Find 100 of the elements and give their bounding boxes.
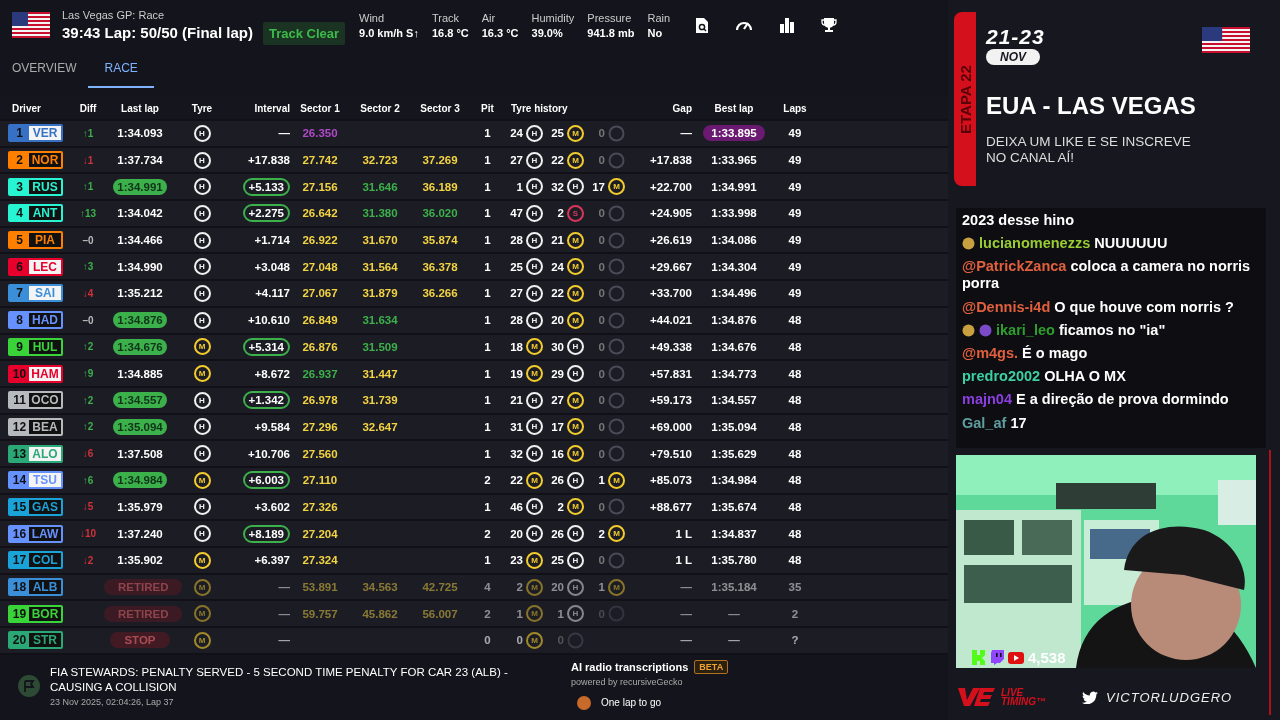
weather-value: No <box>647 26 664 39</box>
tyre-compound: H <box>193 445 211 463</box>
lap-count: 2 <box>790 607 800 620</box>
gap-time: +57.831 <box>649 367 692 380</box>
last-lap-time: 1:35.979 <box>117 500 163 513</box>
weather-value: 16.8 °C <box>431 26 469 39</box>
tyre-compound: H <box>526 311 543 329</box>
chat-message: @Dennis-i4d O que houve com norris ? <box>962 298 1234 316</box>
tab[interactable]: RACE <box>88 50 154 88</box>
pit-count: 1 <box>483 127 492 140</box>
tab[interactable]: OVERVIEW <box>0 50 89 88</box>
sector-time: 32.723 <box>362 154 398 167</box>
logo-text: LIVE <box>1001 688 1024 697</box>
driver-code: PIA <box>29 233 61 248</box>
stint-laps: 32 <box>550 180 564 193</box>
interval-time: — <box>278 634 290 647</box>
interval-time: +3.048 <box>254 260 290 273</box>
column-header: Laps <box>782 102 808 114</box>
stint-laps: 0 <box>556 634 564 647</box>
stint-laps: 0 <box>597 287 605 300</box>
message-timestamp: 23 Nov 2025, 02:04:26, Lap 37 <box>50 696 175 707</box>
stint-laps: 22 <box>550 154 564 167</box>
stint-laps: 21 <box>509 394 523 407</box>
position-change: –0 <box>81 234 95 246</box>
tyre-compound: H <box>526 445 543 463</box>
position-change: ↑1 <box>81 127 95 139</box>
radio-title: AI radio transcriptions <box>571 660 689 673</box>
sector-time: 27.048 <box>302 260 338 273</box>
gap-time: 1 L <box>674 554 692 567</box>
chat-message: @m4gs. É o mago <box>962 344 1088 362</box>
driver-code: LAW <box>29 526 61 541</box>
lap-count: 48 <box>787 314 803 327</box>
best-lap-time: 1:34.773 <box>711 367 757 380</box>
position-number: 13 <box>10 446 29 461</box>
stint-laps: 26 <box>550 474 564 487</box>
position-change: ↓10 <box>78 528 98 540</box>
empty-ring-icon <box>608 124 625 142</box>
best-lap-time: 1:35.674 <box>711 500 757 513</box>
sector-time: 42.725 <box>422 581 458 594</box>
stint-laps: 0 <box>597 314 605 327</box>
stint-laps: 1 <box>515 607 523 620</box>
stint-laps: 0 <box>597 554 605 567</box>
interval-time: +3.602 <box>254 500 290 513</box>
tyre-compound: H <box>193 284 211 302</box>
stint-laps: 31 <box>509 420 523 433</box>
position-change: ↑6 <box>81 474 95 486</box>
position-number: 2 <box>10 153 29 168</box>
logo-icon <box>956 686 996 708</box>
tyre-compound: H <box>526 151 543 169</box>
stint-laps: 28 <box>509 234 523 247</box>
sector-time: 27.156 <box>302 180 338 193</box>
best-lap-time: — <box>728 634 740 647</box>
interval-time: +1.714 <box>254 234 290 247</box>
pit-count: 1 <box>483 260 492 273</box>
bar-chart-icon[interactable] <box>779 17 796 33</box>
stint-laps: 26 <box>550 527 564 540</box>
stint-laps: 0 <box>597 420 605 433</box>
driver-code: BOR <box>29 606 61 621</box>
tyre-compound: H <box>526 231 543 249</box>
trophy-icon[interactable] <box>821 17 838 33</box>
pit-count: 2 <box>483 607 492 620</box>
stint-laps: 32 <box>509 447 523 460</box>
best-lap-time: 1:34.496 <box>711 287 757 300</box>
k-logo-icon <box>972 650 986 665</box>
sector-time: 31.447 <box>362 367 398 380</box>
stint-laps: 28 <box>509 314 523 327</box>
position-change: ↓5 <box>81 501 95 513</box>
position-number: 8 <box>10 313 29 328</box>
driver-code: HAD <box>29 313 61 328</box>
flag-icon <box>12 12 50 38</box>
gap-time: +24.905 <box>649 207 692 220</box>
tyre-compound: H <box>567 365 584 383</box>
sector-time: 26.642 <box>302 207 338 220</box>
interval-pill: +8.189 <box>242 524 290 543</box>
gap-time: +44.021 <box>649 314 692 327</box>
race-control-message: FIA STEWARDS: PENALTY SERVED - 5 SECOND TIME PENALTY FOR CAR 23 (ALB) - CAUSING A COLLISION <box>50 664 509 695</box>
avatar-icon <box>577 695 591 710</box>
empty-ring-icon <box>608 391 625 409</box>
pit-count: 1 <box>483 234 492 247</box>
chat-message: predro2002 OLHA O MX <box>962 368 1126 386</box>
interval-pill: +5.314 <box>242 337 290 356</box>
sector-time: 31.670 <box>362 234 398 247</box>
tyre-compound: M <box>567 231 584 249</box>
lap-count: 48 <box>787 367 803 380</box>
sector-time: 45.862 <box>362 607 398 620</box>
personal-best-pill: 1:34.991 <box>113 178 167 195</box>
gap-time: — <box>679 634 692 647</box>
chat-message: Gal_af 17 <box>962 414 1027 432</box>
sector-time: 35.874 <box>422 234 458 247</box>
tyre-compound: H <box>567 525 584 543</box>
empty-ring-icon <box>608 338 625 356</box>
last-lap-time: 1:35.212 <box>117 287 163 300</box>
stint-laps: 24 <box>509 127 523 140</box>
sector-time: 36.378 <box>422 260 458 273</box>
position-change: ↑2 <box>81 341 95 353</box>
stint-laps: 0 <box>597 367 605 380</box>
position-number: 10 <box>10 366 29 381</box>
document-search-icon[interactable] <box>695 16 710 34</box>
pit-count: 4 <box>483 581 492 594</box>
interval-time: — <box>278 127 290 140</box>
